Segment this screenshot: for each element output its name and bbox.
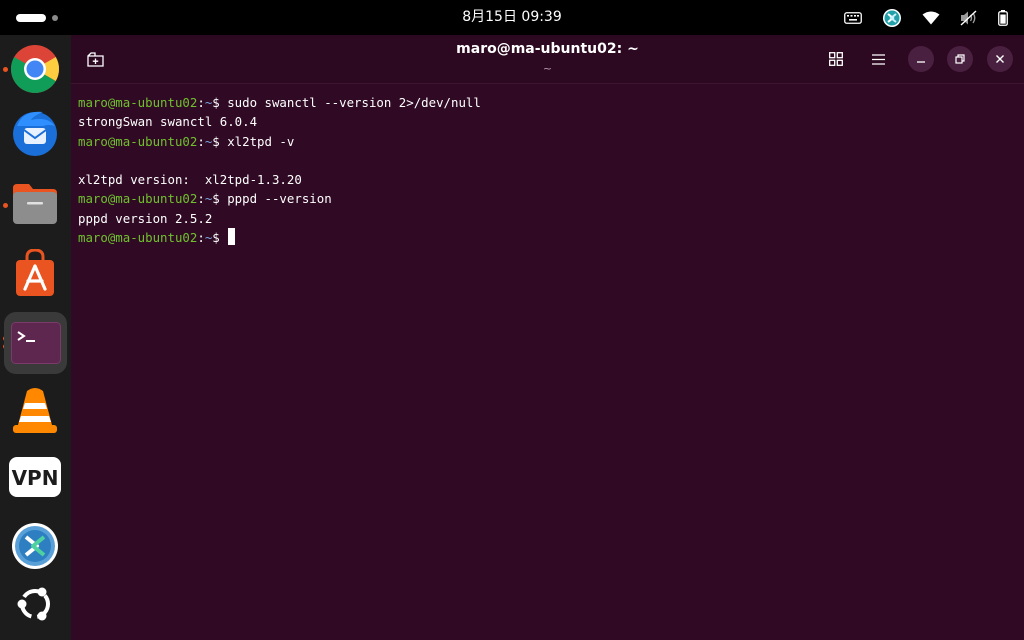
command-text: xl2tpd -v xyxy=(227,133,295,149)
prompt-separator: : xyxy=(197,230,205,246)
hamburger-icon xyxy=(871,53,885,65)
dock: VPN xyxy=(0,35,71,640)
dock-app-show-apps[interactable] xyxy=(6,575,64,633)
command-text: sudo swanctl --version 2>/dev/null xyxy=(227,95,481,110)
window-headerbar[interactable]: maro@ma-ubuntu02: ~ ~ xyxy=(71,35,1024,84)
terminal-icon xyxy=(10,322,61,364)
prompt-symbol: $ xyxy=(212,95,228,110)
terminal-command-line: maro@ma-ubuntu02:~$ pppd --version xyxy=(78,189,1008,208)
terminal-command-line: maro@ma-ubuntu02:~$ sudo swanctl --versi… xyxy=(78,93,1008,112)
terminal-output-line: xl2tpd version: xl2tpd-1.3.20 xyxy=(78,172,302,188)
menu-button[interactable] xyxy=(865,46,891,72)
workspace-dot[interactable] xyxy=(52,14,58,21)
new-tab-icon xyxy=(87,52,104,67)
vpn-icon: VPN xyxy=(9,457,61,497)
new-tab-button[interactable] xyxy=(83,47,109,73)
prompt-user-host: maro@ma-ubuntu02 xyxy=(78,133,198,149)
prompt-user-host: maro@ma-ubuntu02 xyxy=(78,191,198,207)
dock-app-thunderbird[interactable] xyxy=(6,103,64,161)
keyboard-icon[interactable] xyxy=(844,0,862,35)
dock-app-remote-desktop[interactable] xyxy=(6,517,64,575)
system-tray[interactable] xyxy=(844,0,1008,35)
terminal-command-line: maro@ma-ubuntu02:~$ xyxy=(78,228,1008,247)
minimize-icon xyxy=(917,61,925,63)
svg-text:VPN: VPN xyxy=(12,466,59,490)
text-cursor[interactable] xyxy=(228,228,236,246)
dock-app-app-center[interactable] xyxy=(6,244,64,302)
files-icon xyxy=(13,184,57,224)
prompt-symbol: $ xyxy=(212,133,228,149)
app-center-icon xyxy=(16,249,54,296)
restore-icon xyxy=(955,54,965,64)
maximize-button[interactable] xyxy=(947,46,973,72)
volume-muted-icon[interactable] xyxy=(960,0,978,35)
terminal-output-line: pppd version 2.5.2 xyxy=(78,210,213,226)
thunderbird-icon xyxy=(13,111,57,156)
workspace-active-pill[interactable] xyxy=(16,13,46,22)
terminal-window: maro@ma-ubuntu02: ~ ~ maro@ma-ubuntu02:~… xyxy=(71,35,1024,640)
vlc-icon xyxy=(13,388,57,433)
ubuntu-logo-icon xyxy=(17,587,50,621)
top-bar: 8月15日 09:39 xyxy=(0,0,1024,35)
terminal-output-line: strongSwan swanctl 6.0.4 xyxy=(78,114,258,130)
prompt-user-host: maro@ma-ubuntu02 xyxy=(78,230,198,246)
command-text: pppd --version xyxy=(227,191,332,207)
prompt-separator: : xyxy=(197,191,205,207)
battery-icon[interactable] xyxy=(998,0,1008,35)
remote-desktop-icon[interactable] xyxy=(882,0,902,35)
tab-overview-button[interactable] xyxy=(823,46,849,72)
dock-app-terminal[interactable] xyxy=(4,312,67,374)
terminal-command-line: maro@ma-ubuntu02:~$ xl2tpd -v xyxy=(78,132,1008,151)
prompt-user-host: maro@ma-ubuntu02 xyxy=(78,95,198,110)
prompt-symbol: $ xyxy=(212,230,228,246)
chrome-icon xyxy=(10,45,60,94)
close-icon xyxy=(996,55,1004,63)
dock-app-vlc[interactable] xyxy=(6,381,64,439)
close-button[interactable] xyxy=(987,46,1013,72)
terminal-output[interactable]: maro@ma-ubuntu02:~$ sudo swanctl --versi… xyxy=(78,93,1008,247)
clock[interactable]: 8月15日 09:39 xyxy=(462,9,562,25)
dock-app-vpn[interactable]: VPN xyxy=(6,448,64,506)
activities-indicator[interactable] xyxy=(16,13,58,22)
dock-app-chrome[interactable] xyxy=(6,40,64,98)
dock-app-files[interactable] xyxy=(6,175,64,233)
prompt-symbol: $ xyxy=(212,191,228,207)
remote-desktop-app-icon xyxy=(12,523,58,569)
wifi-icon[interactable] xyxy=(922,0,940,35)
minimize-button[interactable] xyxy=(908,46,934,72)
prompt-separator: : xyxy=(197,133,205,149)
grid-icon xyxy=(829,52,843,66)
prompt-separator: : xyxy=(197,95,205,110)
